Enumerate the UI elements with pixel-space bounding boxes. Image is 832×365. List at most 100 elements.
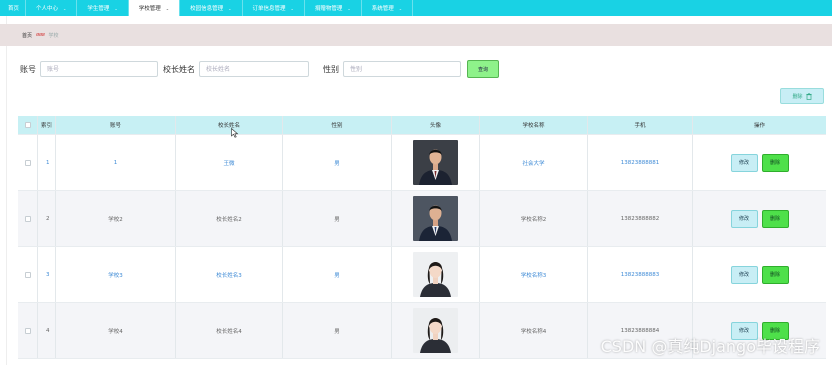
row-checkbox[interactable] xyxy=(24,215,31,222)
row-gender: 男 xyxy=(283,191,392,246)
row-checkbox[interactable] xyxy=(24,271,31,278)
nav-item-personal-center[interactable]: 个人中心 ⌄ xyxy=(26,0,76,16)
woman-portrait[interactable] xyxy=(413,308,458,353)
row-principal: 校长姓名3 xyxy=(176,247,283,302)
trash-icon xyxy=(805,92,812,100)
nav-item-campus-info[interactable]: 校园信息管理 ⌄ xyxy=(180,0,241,16)
header-select-all[interactable] xyxy=(18,116,38,134)
breadcrumb-current: 学校 xyxy=(48,32,59,39)
row-principal: 王微 xyxy=(176,135,283,190)
row-avatar-cell xyxy=(392,135,480,190)
header-ops: 操作 xyxy=(753,123,765,129)
search-bar: 账号 校长姓名 性别 查询 xyxy=(0,60,499,78)
table-row: 3 学校3 校长姓名3 男 学校名称3 13823888883 修改 删除 xyxy=(18,247,826,303)
row-index: 3 xyxy=(38,247,56,302)
chevron-down-icon: ⌄ xyxy=(228,5,232,11)
header-gender[interactable]: 性别 xyxy=(283,116,392,134)
table-row: 1 1 王微 男 社会大学 13823888881 修改 删除 xyxy=(18,135,826,191)
header-school[interactable]: 学校名称 xyxy=(480,116,588,134)
row-phone: 13823888882 xyxy=(588,191,693,246)
nav-item-donations[interactable]: 捐赠物管理 ⌄ xyxy=(305,0,361,16)
row-gender: 男 xyxy=(283,303,392,358)
row-avatar-cell xyxy=(392,303,480,358)
bulk-delete-label: 删除 xyxy=(792,93,803,100)
row-select[interactable] xyxy=(18,247,38,302)
nav-item-schools[interactable]: 学校管理 ⌄ xyxy=(128,0,180,16)
header-avatar: 头像 xyxy=(392,116,480,134)
row-ops: 修改 删除 xyxy=(693,135,826,190)
account-input[interactable] xyxy=(40,61,158,77)
row-principal: 校长姓名4 xyxy=(176,303,283,358)
row-select[interactable] xyxy=(18,303,38,358)
row-index: 2 xyxy=(38,191,56,246)
header-index: 索引 xyxy=(38,116,56,134)
chevron-down-icon: ⌄ xyxy=(63,5,67,11)
edit-button[interactable]: 修改 xyxy=(730,209,758,228)
row-select[interactable] xyxy=(18,191,38,246)
edit-button[interactable]: 修改 xyxy=(730,153,758,172)
bulk-delete-button[interactable]: 删除 xyxy=(780,88,824,104)
row-avatar-cell xyxy=(392,247,480,302)
row-ops: 修改 删除 xyxy=(693,191,826,246)
row-school: 学校名称2 xyxy=(480,191,588,246)
row-account: 学校2 xyxy=(56,191,176,246)
nav-item-home[interactable]: 首页 xyxy=(0,0,25,16)
chevron-down-icon: ⌄ xyxy=(347,5,351,11)
school-table: 索引 账号 校长姓名 性别 头像 学校名称 手机 操作 1 1 王微 男 社会大… xyxy=(18,116,826,359)
row-account: 学校3 xyxy=(56,247,176,302)
nav-item-label: 订单信息管理 xyxy=(252,6,286,12)
nav-item-label: 学校管理 xyxy=(138,6,161,12)
nav-item-system[interactable]: 系统管理 ⌄ xyxy=(362,0,412,16)
breadcrumb-home[interactable]: 首页 xyxy=(22,32,32,39)
nav-item-label: 校园信息管理 xyxy=(190,6,224,12)
row-index: 4 xyxy=(38,303,56,358)
row-checkbox[interactable] xyxy=(24,159,31,166)
row-avatar-cell xyxy=(392,191,480,246)
delete-button[interactable]: 删除 xyxy=(761,265,789,284)
breadcrumb-separator: ɞɞɞ xyxy=(36,32,45,38)
breadcrumb: 首页 ɞɞɞ 学校 xyxy=(0,24,832,46)
chevron-down-icon: ⌄ xyxy=(165,5,170,11)
nav-item-label: 首页 xyxy=(8,6,20,12)
row-ops: 修改 删除 xyxy=(693,247,826,302)
row-account: 学校4 xyxy=(56,303,176,358)
row-school: 社会大学 xyxy=(480,135,588,190)
edit-button[interactable]: 修改 xyxy=(730,265,758,284)
gender-input[interactable] xyxy=(343,61,461,77)
nav-item-students[interactable]: 学生管理 ⌄ xyxy=(77,0,127,16)
chevron-down-icon: ⌄ xyxy=(114,5,118,11)
principal-label: 校长姓名 xyxy=(163,64,195,74)
row-select[interactable] xyxy=(18,135,38,190)
chevron-down-icon: ⌄ xyxy=(398,5,403,11)
top-nav: 首页 个人中心 ⌄ 学生管理 ⌄ 学校管理 ⌄ 校园信息管理 ⌄ 订单信息管理 ⌄ 捐赠物… xyxy=(0,0,832,16)
row-account: 1 xyxy=(56,135,176,190)
header-account[interactable]: 账号 xyxy=(56,116,176,134)
row-school: 学校名称3 xyxy=(480,247,588,302)
man-portrait[interactable] xyxy=(413,140,458,185)
row-checkbox[interactable] xyxy=(24,327,31,334)
woman-portrait[interactable] xyxy=(413,252,458,297)
principal-input[interactable] xyxy=(199,61,309,77)
chevron-down-icon: ⌄ xyxy=(290,5,294,11)
header-principal[interactable]: 校长姓名 xyxy=(176,116,283,134)
row-phone: 13823888881 xyxy=(588,135,693,190)
query-button[interactable]: 查询 xyxy=(467,60,499,78)
table-header-row: 索引 账号 校长姓名 性别 头像 学校名称 手机 操作 xyxy=(18,116,826,135)
row-gender: 男 xyxy=(283,247,392,302)
table-row: 2 学校2 校长姓名2 男 学校名称2 13823888882 修改 删除 xyxy=(18,191,826,247)
nav-divider xyxy=(412,0,414,16)
delete-button[interactable]: 删除 xyxy=(761,209,789,228)
account-label: 账号 xyxy=(20,64,36,74)
row-school: 学校名称4 xyxy=(480,303,588,358)
watermark: CSDN @真纯Django毕设程序 xyxy=(600,337,820,356)
man-portrait[interactable] xyxy=(413,196,458,241)
row-principal: 校长姓名2 xyxy=(176,191,283,246)
select-all-checkbox[interactable] xyxy=(24,122,31,128)
nav-item-label: 学生管理 xyxy=(87,6,110,12)
gender-label: 性别 xyxy=(323,64,339,74)
nav-item-orders[interactable]: 订单信息管理 ⌄ xyxy=(243,0,304,16)
row-gender: 男 xyxy=(283,135,392,190)
header-phone[interactable]: 手机 xyxy=(588,116,693,134)
delete-button[interactable]: 删除 xyxy=(761,153,789,172)
nav-item-label: 个人中心 xyxy=(36,6,59,12)
